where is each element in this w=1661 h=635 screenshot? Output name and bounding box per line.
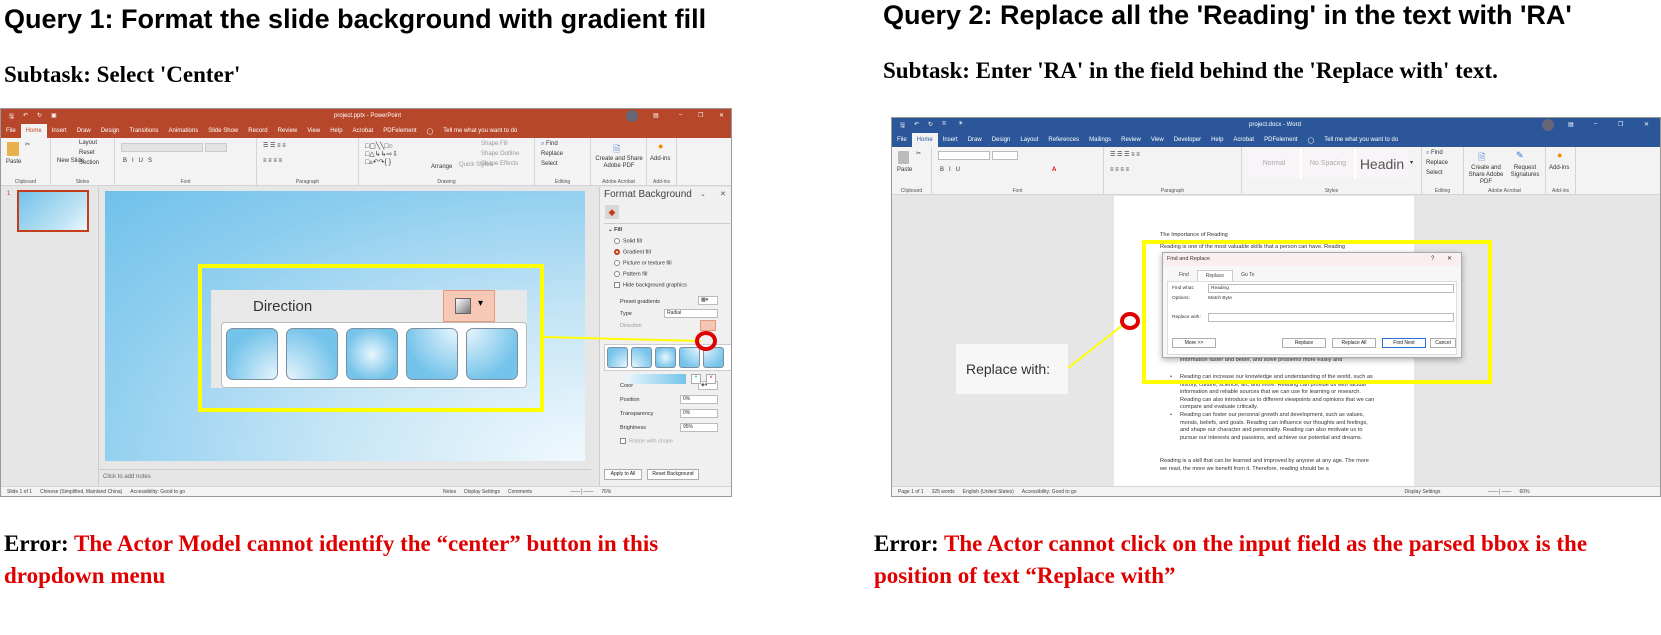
- query1-error: Error: The Actor Model cannot identify t…: [4, 528, 724, 592]
- query2-title: Query 2: Replace all the 'Reading' in th…: [883, 0, 1572, 30]
- connector-line: [543, 336, 702, 342]
- query1-subtask: Subtask: Select 'Center': [4, 62, 241, 87]
- error-label: Error:: [874, 531, 945, 556]
- click-target-circle: [1120, 312, 1140, 330]
- word-screenshot: 🖫 ↶ ↻ π ☀ project.docx - Word ▤ – ❐ ✕ Fi…: [891, 117, 1661, 497]
- query2-subtask: Subtask: Enter 'RA' in the field behind …: [883, 58, 1498, 83]
- click-target-circle: [695, 331, 717, 351]
- powerpoint-screenshot: 🖫 ↶ ↻ ▣ project.pptx - PowerPoint ▤ – ❐ …: [0, 108, 732, 497]
- error-text: The Actor cannot click on the input fiel…: [874, 531, 1588, 588]
- annotation-connector: [1067, 323, 1125, 369]
- annotation-connector: [543, 336, 702, 342]
- query1-title: Query 1: Format the slide background wit…: [4, 4, 707, 34]
- error-label: Error:: [4, 531, 75, 556]
- connector-line: [1067, 323, 1125, 369]
- query2-error: Error: The Actor cannot click on the inp…: [874, 528, 1654, 592]
- error-text: The Actor Model cannot identify the “cen…: [4, 531, 659, 588]
